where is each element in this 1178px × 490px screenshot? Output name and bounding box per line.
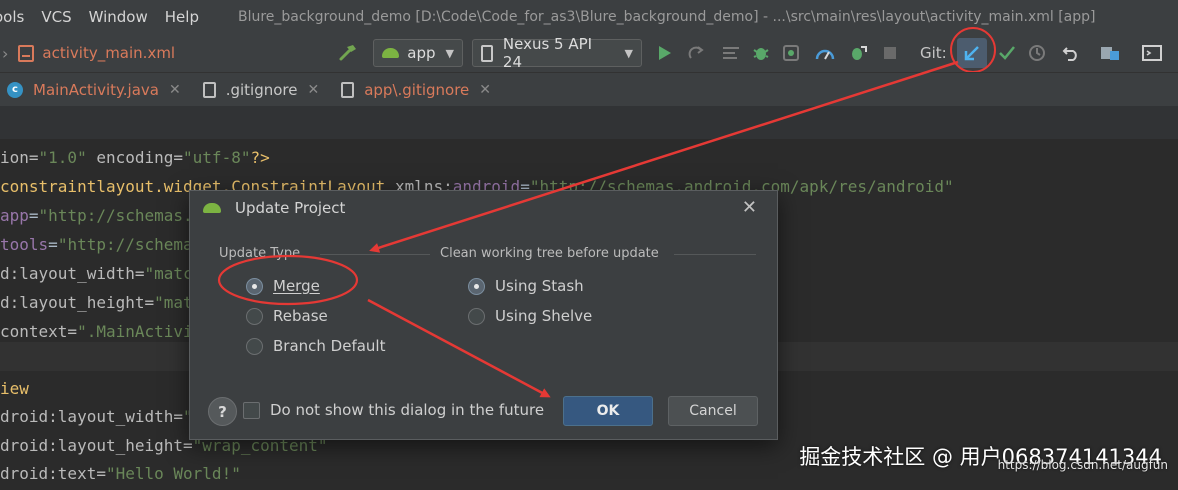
ide-window: ools VCS Window Help Blure_background_de…	[0, 0, 1178, 490]
annotation-arrow-1	[369, 60, 959, 253]
annotation-circle-merge	[217, 254, 359, 306]
watermark-url: https://blog.csdn.net/augfun	[997, 458, 1168, 472]
annotation-overlay	[217, 60, 959, 398]
annotation-arrow-2	[367, 298, 551, 398]
